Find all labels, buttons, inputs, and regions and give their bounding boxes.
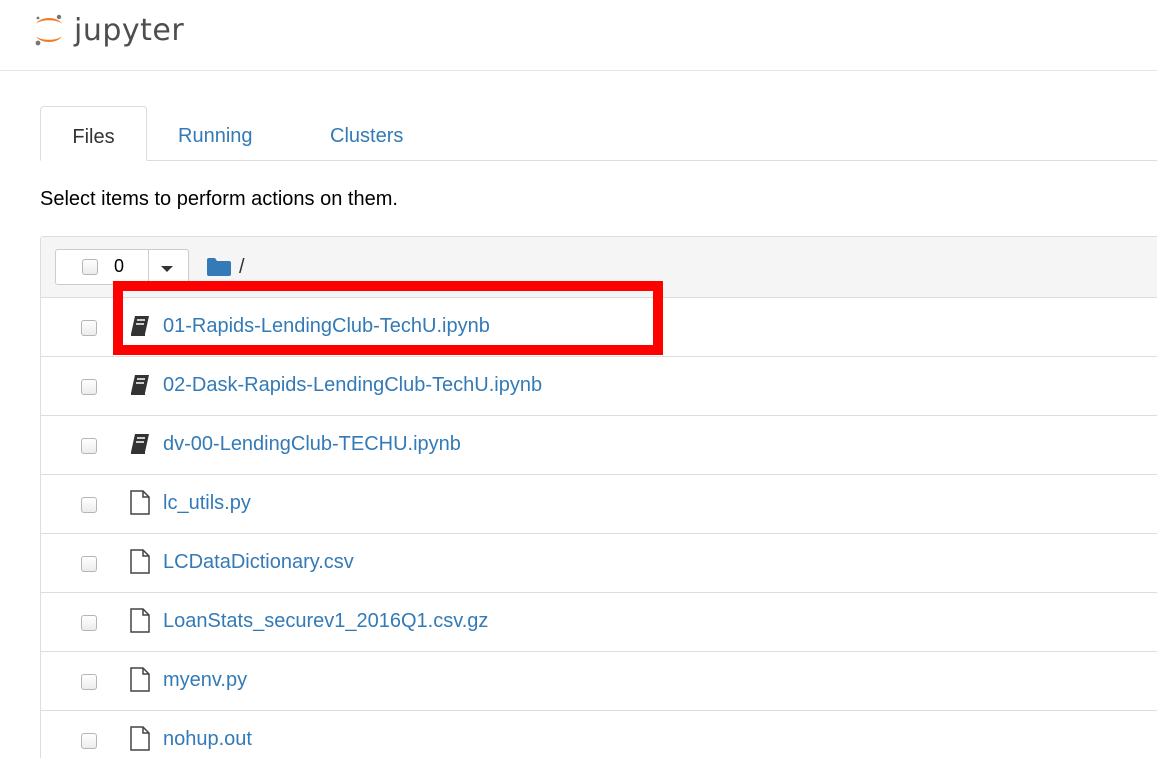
file-icon <box>130 490 150 515</box>
logo-text: jupyter <box>74 12 185 48</box>
item-checkbox[interactable] <box>81 379 97 395</box>
file-icon <box>130 667 150 692</box>
list-item: lc_utils.py <box>41 475 1157 534</box>
file-icon <box>130 726 150 751</box>
item-checkbox[interactable] <box>81 497 97 513</box>
file-list-header: 0 / <box>41 237 1157 298</box>
selected-count: 0 <box>114 256 125 276</box>
tab-files[interactable]: Files <box>40 106 147 161</box>
header: jupyter <box>0 0 1157 71</box>
item-checkbox[interactable] <box>81 320 97 336</box>
tab-bar: Files Running Clusters <box>40 106 1157 161</box>
breadcrumb: / <box>207 253 245 281</box>
folder-icon[interactable] <box>207 258 231 276</box>
list-item: 01-Rapids-LendingClub-TechU.ipynb <box>41 298 1157 357</box>
select-button-group: 0 <box>55 249 189 285</box>
file-link[interactable]: nohup.out <box>163 728 252 751</box>
file-icon <box>130 608 150 633</box>
breadcrumb-path[interactable]: / <box>239 256 245 279</box>
file-link[interactable]: dv-00-LendingClub-TECHU.ipynb <box>163 433 461 456</box>
jupyter-file-browser: jupyter Files Running Clusters Select it… <box>0 0 1157 758</box>
file-link[interactable]: 01-Rapids-LendingClub-TechU.ipynb <box>163 315 490 338</box>
item-checkbox[interactable] <box>81 733 97 749</box>
file-icon <box>130 549 150 574</box>
file-link[interactable]: myenv.py <box>163 669 247 692</box>
item-checkbox[interactable] <box>81 438 97 454</box>
notebook-icon <box>131 316 149 336</box>
jupyter-logo[interactable]: jupyter <box>34 8 184 52</box>
item-checkbox[interactable] <box>81 674 97 690</box>
item-checkbox[interactable] <box>81 615 97 631</box>
caret-down-icon <box>161 266 173 272</box>
list-item: LCDataDictionary.csv <box>41 534 1157 593</box>
notebook-icon <box>131 434 149 454</box>
jupyter-logo-icon <box>35 14 62 46</box>
item-checkbox[interactable] <box>81 556 97 572</box>
list-item: 02-Dask-Rapids-LendingClub-TechU.ipynb <box>41 357 1157 416</box>
list-item: dv-00-LendingClub-TECHU.ipynb <box>41 416 1157 475</box>
file-link[interactable]: LCDataDictionary.csv <box>163 551 354 574</box>
tab-running[interactable]: Running <box>178 106 253 160</box>
select-dropdown-button[interactable] <box>148 250 188 284</box>
file-link[interactable]: lc_utils.py <box>163 492 251 515</box>
instructions-text: Select items to perform actions on them. <box>40 188 398 210</box>
file-list: 0 / 01-Rapids-LendingClub-TechU.ipynb 02… <box>40 236 1157 758</box>
list-item: myenv.py <box>41 652 1157 711</box>
list-item: LoanStats_securev1_2016Q1.csv.gz <box>41 593 1157 652</box>
tab-clusters[interactable]: Clusters <box>330 106 403 160</box>
list-item: nohup.out <box>41 711 1157 758</box>
file-link[interactable]: 02-Dask-Rapids-LendingClub-TechU.ipynb <box>163 374 542 397</box>
file-link[interactable]: LoanStats_securev1_2016Q1.csv.gz <box>163 610 488 633</box>
notebook-icon <box>131 375 149 395</box>
select-all-checkbox[interactable] <box>82 259 98 275</box>
select-all-button[interactable]: 0 <box>56 250 149 284</box>
